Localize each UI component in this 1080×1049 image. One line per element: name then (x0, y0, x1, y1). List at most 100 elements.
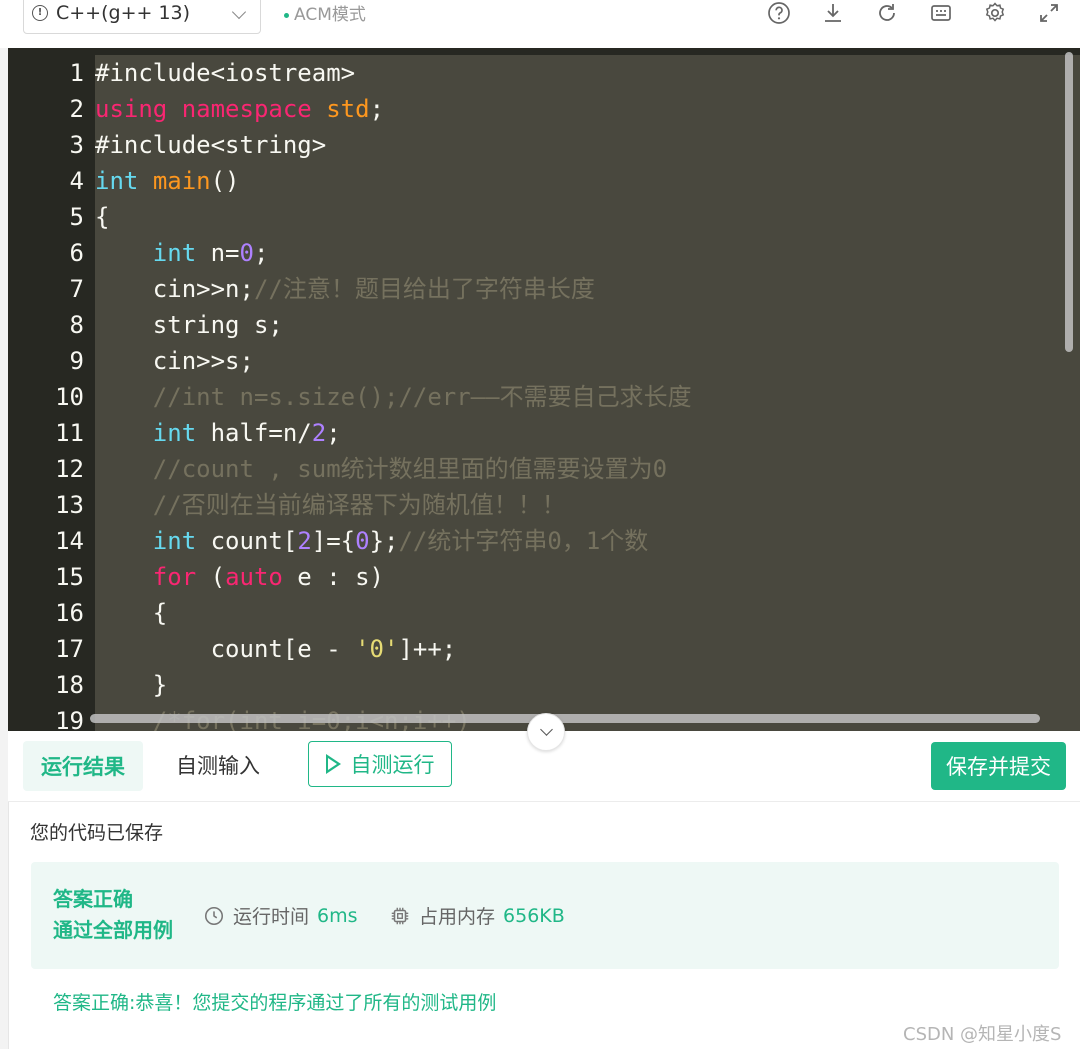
code-token: 0 (355, 527, 370, 555)
line-number: 19 (55, 707, 84, 731)
horizontal-scrollbar[interactable] (90, 714, 1040, 723)
vertical-scrollbar[interactable] (1065, 52, 1073, 352)
line-number: 8 (69, 311, 84, 339)
code-line: for (auto e : s) (95, 559, 384, 595)
code-line: int count[2]={0};//统计字符串0，1个数 (95, 523, 648, 559)
code-token: main (152, 167, 211, 195)
reset-icon[interactable] (874, 0, 900, 26)
settings-icon[interactable] (982, 0, 1008, 26)
code-token: e : s) (282, 563, 385, 591)
collapse-panel-button[interactable] (527, 713, 565, 751)
fullscreen-icon[interactable] (1036, 0, 1062, 26)
saved-message: 您的代码已保存 (30, 822, 164, 844)
code-token: 2 (297, 527, 312, 555)
memory-value: 656KB (503, 904, 565, 927)
language-select[interactable]: ! C++(g++ 13) (23, 0, 261, 34)
line-number: 11 (55, 419, 84, 447)
code-token: { (95, 599, 168, 627)
self-test-run-button[interactable]: 自测运行 (308, 741, 452, 787)
line-number: 1 (69, 59, 84, 87)
help-icon[interactable] (766, 0, 792, 26)
language-label: C++(g++ 13) (56, 2, 191, 24)
line-number: 5 (69, 203, 84, 231)
code-line: count[e - '0']++; (95, 631, 457, 667)
download-icon[interactable] (820, 0, 846, 26)
code-token: cin>>s; (95, 347, 254, 375)
line-number: 9 (69, 347, 84, 375)
code-token: '0' (355, 635, 399, 663)
code-content[interactable]: #include<iostream> using namespace std; #i… (95, 55, 1080, 731)
code-token: #include<iostream> (95, 59, 356, 87)
watermark: CSDN @知星小度S (903, 1024, 1062, 1045)
code-line: //int n=s.size();//err——不需要自己求长度 (95, 379, 692, 415)
code-line: //否则在当前编译器下为随机值！！！ (95, 487, 566, 523)
code-line: cin>>n;//注意！题目给出了字符串长度 (95, 271, 595, 307)
code-token: using (95, 95, 168, 123)
chevron-down-icon (539, 723, 553, 736)
runtime-label: 运行时间 (233, 906, 310, 928)
runtime-value: 6ms (317, 904, 358, 927)
code-token: //count , sum统计数组里面的值需要设置为0 (152, 455, 668, 483)
code-token: auto (225, 563, 283, 591)
code-token: 0 (239, 239, 254, 267)
tab-custom-input[interactable]: 自测输入 (176, 741, 260, 791)
clock-icon (204, 906, 224, 925)
result-status-title: 答案正确 (53, 887, 133, 911)
code-token: 2 (311, 419, 327, 447)
code-line: int main() (95, 163, 240, 199)
code-token: { (95, 203, 110, 231)
code-token: //int n=s.size();//err——不需要自己求长度 (152, 383, 692, 411)
line-number: 14 (55, 527, 84, 555)
code-line: cin>>s; (95, 343, 254, 379)
line-number: 10 (55, 383, 84, 411)
code-token: ]++; (398, 635, 457, 663)
code-token: int (152, 527, 197, 555)
memory-label: 占用内存 (419, 906, 496, 928)
editor-toolbar: ! C++(g++ 13) ACM模式 (0, 0, 1080, 48)
tab-run-result[interactable]: 运行结果 (23, 741, 143, 791)
self-test-run-label: 自测运行 (350, 753, 435, 777)
code-token: ; (369, 95, 385, 123)
line-number: 17 (55, 635, 84, 663)
runtime-stat: 运行时间 6ms (203, 902, 358, 929)
code-line: { (95, 595, 167, 631)
code-token: namespace (181, 95, 312, 123)
code-line: } (95, 667, 167, 703)
code-token: #include<string> (95, 131, 327, 159)
line-number: 2 (69, 95, 84, 123)
line-number: 4 (69, 167, 84, 195)
save-submit-button[interactable]: 保存并提交 (931, 742, 1066, 790)
code-token: ; (326, 419, 341, 447)
result-summary: 答案正确 通过全部用例 运行时间 6ms 占用内存 656KB (31, 862, 1059, 969)
code-token: cin>>n; (95, 275, 254, 303)
line-number-gutter: 1 2 3 4 5 6 7 8 9 10 11 12 13 14 15 16 17 18 19 (8, 48, 95, 731)
code-token: //注意！题目给出了字符串长度 (253, 275, 595, 303)
code-editor[interactable]: 1 2 3 4 5 6 7 8 9 10 11 12 13 14 15 16 17 18 19 #include<i… (8, 48, 1080, 731)
code-line: string s; (95, 307, 283, 343)
code-token: int (152, 419, 197, 447)
code-token: //否则在当前编译器下为随机值！！！ (152, 491, 566, 519)
play-icon (325, 754, 341, 774)
info-icon: ! (32, 5, 48, 21)
keyboard-icon[interactable] (928, 0, 954, 26)
code-token: half=n/ (196, 419, 312, 447)
code-token: ; (253, 239, 269, 267)
chip-icon (391, 907, 409, 924)
result-status-detail: 通过全部用例 (53, 918, 173, 942)
code-line: { (95, 199, 109, 235)
line-number: 15 (55, 563, 84, 591)
mode-badge: ACM模式 (284, 0, 366, 25)
code-token: string s; (95, 311, 283, 339)
line-number: 12 (55, 455, 84, 483)
mode-dot (284, 12, 289, 18)
